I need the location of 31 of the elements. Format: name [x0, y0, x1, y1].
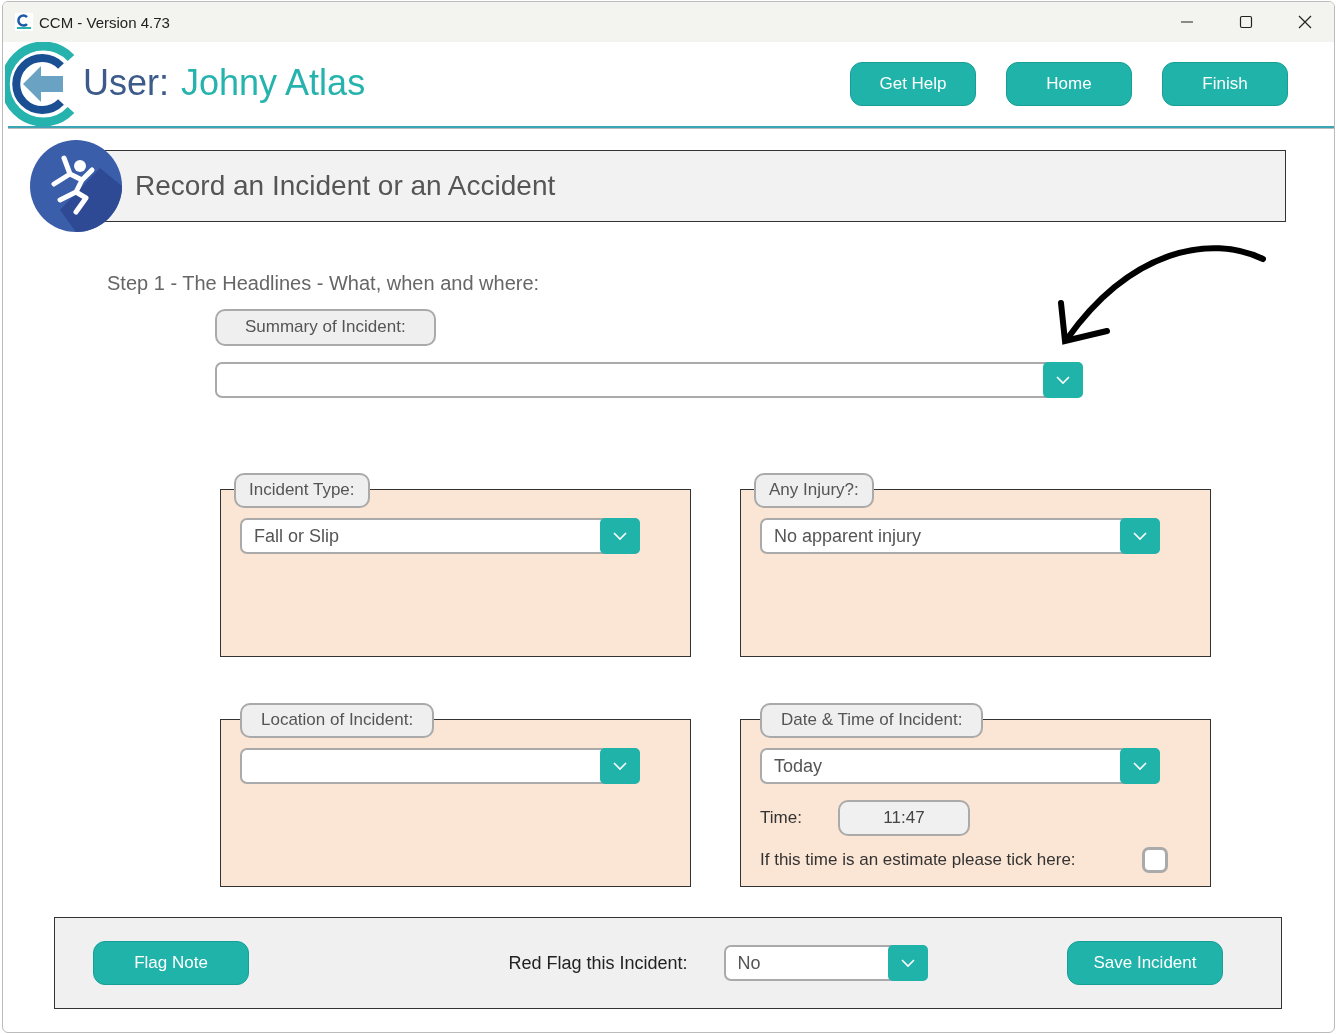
close-icon[interactable] — [1298, 15, 1312, 29]
chevron-down-icon[interactable] — [1043, 362, 1083, 398]
field-label: Location of Incident: — [240, 703, 435, 738]
checkbox[interactable] — [1142, 847, 1168, 873]
chevron-down-icon[interactable] — [1120, 518, 1160, 554]
flag-setting-label: Red Flag this Incident: — [508, 952, 688, 974]
field-label: Date & Time of Incident: — [760, 703, 984, 738]
chevron-down-icon[interactable] — [1120, 748, 1160, 784]
step-heading: Step 1 - The Headlines - What, when and where: — [107, 272, 541, 295]
dropdown-field[interactable]: No — [723, 945, 928, 981]
time-label: Time: — [760, 808, 803, 828]
logo-icon — [5, 42, 77, 126]
field-label: Summary of Incident: — [215, 309, 436, 346]
user-label: User: — [83, 62, 169, 104]
chevron-down-icon[interactable] — [887, 945, 928, 981]
time-field[interactable]: 11:47 — [838, 800, 970, 836]
user-name: Johny Atlas — [181, 62, 366, 104]
dropdown-field[interactable] — [215, 362, 1083, 398]
maximize-icon[interactable] — [1239, 15, 1253, 29]
dropdown-field[interactable]: Fall or Slip — [240, 518, 640, 554]
chevron-down-icon[interactable] — [600, 748, 640, 784]
field-label: Any Injury?: — [754, 473, 874, 508]
dropdown-field[interactable]: No apparent injury — [760, 518, 1160, 554]
estimate-label: If this time is an estimate please tick here: — [760, 850, 1076, 870]
field-label: Incident Type: — [234, 473, 370, 508]
falling-person-icon — [30, 140, 122, 232]
dropdown-field[interactable] — [240, 748, 640, 784]
dropdown-field[interactable]: Today — [760, 748, 1160, 784]
window-title: CCM - Version 4.73 — [39, 13, 170, 31]
chevron-down-icon[interactable] — [600, 518, 640, 554]
app-icon — [15, 13, 33, 31]
